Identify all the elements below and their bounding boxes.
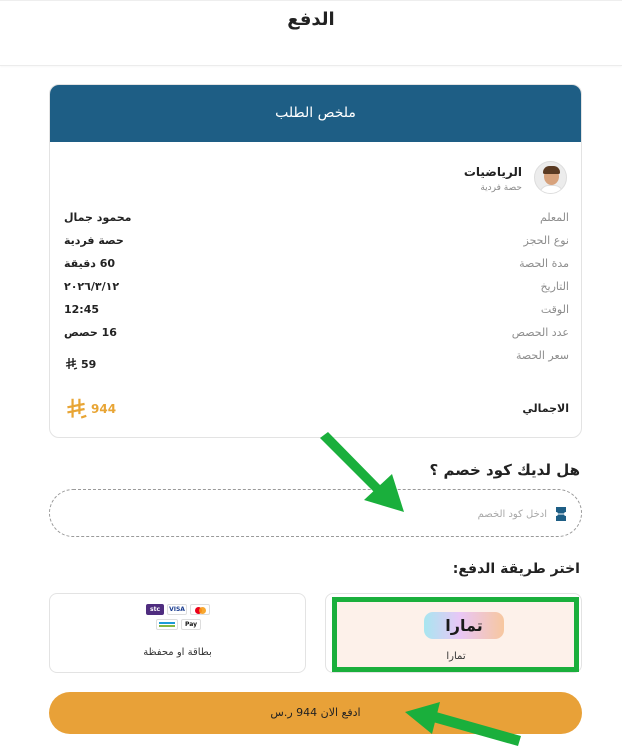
discount-field[interactable] xyxy=(49,489,582,537)
total-value: 944 xyxy=(64,397,116,421)
row-label: التاريخ xyxy=(540,280,569,293)
summary-row-booking-type: نوع الحجز حصة فردية xyxy=(64,234,569,252)
row-label: المعلم xyxy=(539,211,569,224)
session-price-value: 59 xyxy=(81,357,97,371)
payment-method-title: اختر طريقة الدفع: xyxy=(452,561,580,577)
row-value: 60 دقيقة xyxy=(64,257,116,270)
summary-row-date: التاريخ ٢٠٢٦/٣/١٢ xyxy=(64,280,569,298)
summary-row-time: الوقت 12:45 xyxy=(64,303,569,321)
row-value: ٢٠٢٦/٣/١٢ xyxy=(64,280,120,293)
mada-icon xyxy=(156,619,178,630)
mastercard-icon xyxy=(190,604,210,615)
payment-icons: stc VISA Pay xyxy=(146,604,212,636)
riyal-icon xyxy=(65,358,78,370)
visa-icon: VISA xyxy=(167,604,187,615)
payment-option-card-wallet[interactable]: stc VISA Pay بطاقة او محفظة xyxy=(49,593,306,673)
row-label: عدد الحصص xyxy=(511,326,569,339)
teacher-avatar xyxy=(534,161,567,194)
subject-type: حصة فردية xyxy=(480,183,522,193)
summary-row-sessions: عدد الحصص 16 حصص xyxy=(64,326,569,344)
apple-pay-icon: Pay xyxy=(181,619,201,630)
subject-name: الرياضيات xyxy=(463,165,522,179)
total-row: الاجمالي 944 xyxy=(64,397,569,423)
summary-row-duration: مدة الحصة 60 دقيقة xyxy=(64,257,569,275)
row-label: الوقت xyxy=(540,303,569,316)
payment-option-tamara[interactable]: تمارا تمارا xyxy=(325,593,582,673)
summary-row-teacher: المعلم محمود جمال xyxy=(64,211,569,229)
row-value: محمود جمال xyxy=(64,211,132,224)
order-summary-header: ملخص الطلب xyxy=(50,85,581,142)
riyal-icon xyxy=(67,398,87,419)
top-bar: الدفع xyxy=(0,0,622,66)
total-amount: 944 xyxy=(91,402,117,416)
tamara-logo: تمارا xyxy=(424,612,504,639)
row-value: 16 حصص xyxy=(64,326,117,339)
ticket-icon xyxy=(556,507,566,521)
row-value-price: 59 xyxy=(64,357,96,371)
row-label: سعر الحصة xyxy=(515,349,569,362)
discount-code-input[interactable] xyxy=(87,502,547,526)
total-label: الاجمالي xyxy=(522,402,569,415)
page-title: الدفع xyxy=(287,9,335,30)
row-value: 12:45 xyxy=(64,303,100,316)
card-wallet-label: بطاقة او محفظة xyxy=(143,647,212,658)
tamara-option-inner[interactable]: تمارا تمارا xyxy=(334,599,578,669)
row-value: حصة فردية xyxy=(64,234,124,247)
pay-now-button[interactable]: ادفع الان 944 ر.س xyxy=(49,692,582,734)
subject-block: الرياضيات حصة فردية xyxy=(407,161,567,197)
summary-row-session-price: سعر الحصة 59 xyxy=(64,349,569,373)
row-label: نوع الحجز xyxy=(523,234,569,247)
order-summary-card: ملخص الطلب الرياضيات حصة فردية المعلم مح… xyxy=(49,84,582,438)
tamara-label: تمارا xyxy=(446,651,466,662)
stc-pay-icon: stc xyxy=(146,604,164,615)
row-label: مدة الحصة xyxy=(519,257,569,270)
discount-title: هل لديك كود خصم ؟ xyxy=(429,461,580,479)
